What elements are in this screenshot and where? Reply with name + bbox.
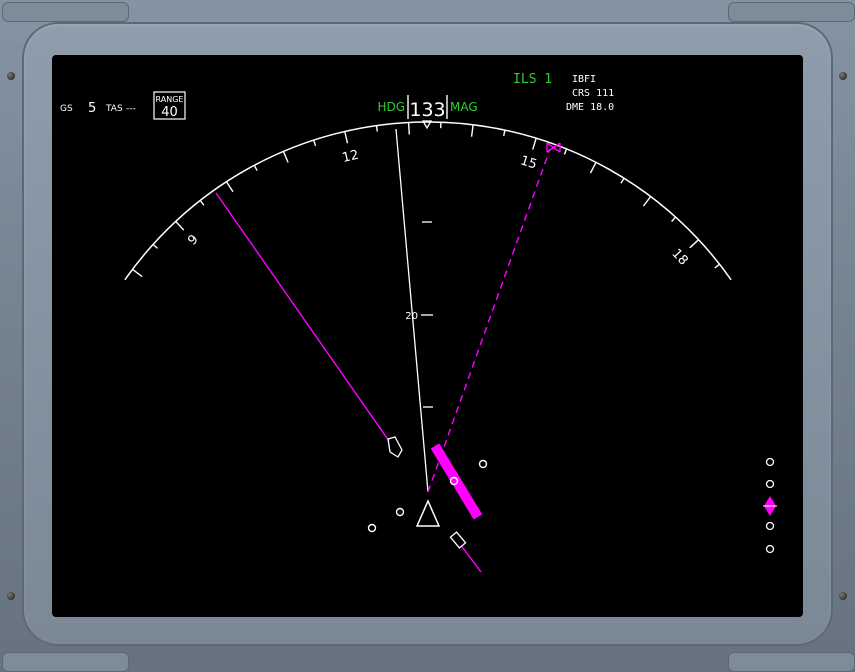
compass-tick <box>532 137 537 150</box>
range-label: RANGE <box>156 95 184 104</box>
compass-tick <box>313 139 317 147</box>
compass-tick <box>282 151 289 163</box>
nav-source-dme: DME 18.0 <box>566 102 614 113</box>
tas-label: TAS <box>105 104 123 114</box>
nav-source-crs: CRS 111 <box>572 88 614 99</box>
compass-tick <box>344 131 349 144</box>
bezel-tab-top-right <box>728 2 855 22</box>
compass-label: 18 <box>668 246 690 268</box>
screw-icon <box>839 592 847 600</box>
course-tail-line <box>459 543 482 573</box>
compass-label: 9 <box>185 232 201 249</box>
compass-rose: 9 12 15 18 <box>124 121 732 281</box>
compass-arc <box>124 121 732 281</box>
glideslope-scale-dot <box>765 521 775 531</box>
nav-source-ident: IBFI <box>572 74 596 85</box>
bearing-pointer-line <box>215 192 390 442</box>
compass-tick <box>132 268 143 278</box>
navigation-display-screen: 9 12 15 18 20 GS 5 TAS --- RANGE 40 HDG … <box>52 55 803 617</box>
compass-label: 15 <box>518 153 538 172</box>
range-value: 40 <box>161 105 178 120</box>
glideslope-scale-dot <box>765 479 775 489</box>
compass-tick <box>375 125 378 132</box>
compass-tick <box>225 181 234 193</box>
range-mark-label: 20 <box>405 311 418 322</box>
gs-label: GS <box>60 104 73 114</box>
compass-tick <box>175 220 185 231</box>
tas-value: --- <box>126 104 136 114</box>
screw-icon <box>7 72 15 80</box>
compass-labels: 9 12 15 18 <box>185 148 690 269</box>
navaid-circle-icon <box>367 523 377 533</box>
compass-tick <box>563 148 568 155</box>
compass-tick <box>620 177 625 184</box>
navaid-circle-icon <box>395 507 405 517</box>
compass-label: 12 <box>341 148 360 166</box>
bearing-pointer-icon <box>387 436 403 458</box>
compass-tick <box>503 129 506 137</box>
nav-source-name: ILS 1 <box>513 72 552 87</box>
localizer-deviation-bar <box>430 443 483 520</box>
gs-value: 5 <box>88 101 96 116</box>
aircraft-symbol-icon <box>415 499 441 527</box>
compass-tick <box>671 216 677 222</box>
navaid-circle-icon <box>478 459 488 469</box>
glideslope-scale-dot <box>765 457 775 467</box>
hdg-label: HDG <box>377 100 405 114</box>
bezel-tab-bottom-right <box>728 652 855 672</box>
compass-tick <box>689 239 700 249</box>
compass-tick <box>589 161 597 174</box>
bezel-tab-bottom-left <box>2 652 129 672</box>
heading-value: 133 <box>409 99 445 121</box>
mag-label: MAG <box>450 100 478 114</box>
course-tail-icon <box>449 531 467 549</box>
compass-tick <box>470 124 474 137</box>
compass-tick <box>253 164 258 171</box>
screw-icon <box>839 72 847 80</box>
compass-tick <box>407 122 410 135</box>
glideslope-scale-dot <box>765 544 775 554</box>
compass-tick <box>642 196 652 207</box>
compass-tick <box>199 199 205 206</box>
screw-icon <box>7 592 15 600</box>
nd-graphics: 9 12 15 18 20 GS 5 TAS --- RANGE 40 HDG 13… <box>60 72 777 573</box>
course-line <box>427 148 551 493</box>
compass-tick <box>714 263 721 269</box>
bezel-tab-top-left <box>2 2 129 22</box>
compass-tick <box>152 243 158 249</box>
